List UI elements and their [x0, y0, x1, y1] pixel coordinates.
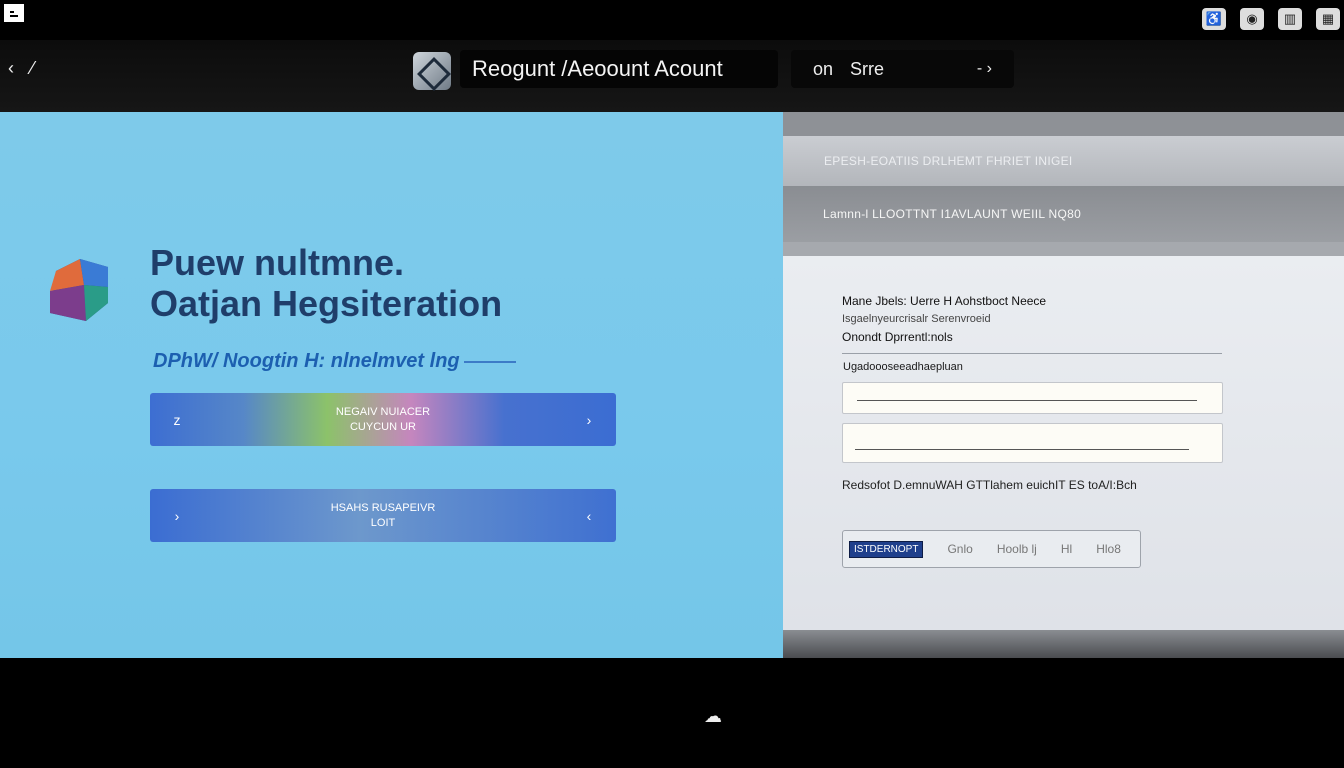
cloud-sync-icon[interactable]: ☁	[700, 706, 726, 726]
primary-action-label: NEGAIV NUIACER CUYCUN UR	[335, 405, 431, 433]
footer-bar: ☁	[0, 658, 1344, 768]
captcha-item-4: Hlo8	[1096, 542, 1121, 556]
hero-panel: Puew nultmne. Oatjan Hegsiteration DPhW/…	[0, 112, 783, 658]
hero-subhead-row: DPhW/ Noogtin H: nlnelmvet lng	[153, 350, 516, 373]
accessibility-icon[interactable]: ♿	[1202, 8, 1226, 30]
captcha-item-1: Gnlo	[947, 542, 973, 556]
field-label: Ugadoooseeadhaepluan	[843, 361, 963, 373]
help-text: Redsofot D.emnuWAH GTTlahem euichIT ES t…	[842, 478, 1137, 492]
z-icon: z	[173, 411, 181, 428]
panel-bottom-band	[783, 630, 1344, 658]
form-heading: Mane Jbels: Uerre H Aohstboct Neece Isga…	[842, 292, 1046, 346]
info-banner-1-text: EPESH-EOATIIS DRLHEMT FHRIET INIGEI	[824, 154, 1073, 168]
captcha-item-2: Hoolb lj	[996, 542, 1037, 556]
registration-form: Mane Jbels: Uerre H Aohstboct Neece Isga…	[783, 256, 1344, 630]
form-heading-line2: Isgaelnyeurcrisalr Serenvroeid	[842, 313, 991, 325]
captcha-badge: ISTDERNOPT	[849, 540, 924, 558]
hero-headline-line2: Oatjan Hegsiteration	[150, 283, 503, 324]
page-title-box: Reogunt /Aeoount Acount	[460, 50, 778, 88]
form-divider	[842, 353, 1222, 354]
hero-headline: Puew nultmne. Oatjan Hegsiteration	[150, 242, 710, 324]
cube-logo-icon	[50, 259, 108, 321]
page-title: Reogunt /Aeoount Acount	[472, 56, 723, 81]
secondary-action-button[interactable]: › HSAHS RUSAPEIVR LOIT ‹	[150, 489, 616, 542]
panel-top-band	[783, 112, 1344, 136]
captcha-box[interactable]: ISTDERNOPT Gnlo Hoolb lj Hl Hlo8	[842, 530, 1141, 568]
captcha-item-3: Hl	[1060, 542, 1073, 556]
hero-subhead: DPhW/ Noogtin H: nlnelmvet lng	[153, 350, 460, 372]
info-banner-1: EPESH-EOATIIS DRLHEMT FHRIET INIGEI	[783, 136, 1344, 186]
chevron-right-icon[interactable]: - ›	[977, 60, 992, 78]
form-heading-line3: Onondt Dprrentl:nols	[842, 330, 953, 344]
chevron-right-icon: ›	[586, 411, 592, 428]
info-banner-2: Lamnn-l LLOOTTNT I1AVLAUNT WEIIL NQ80	[783, 186, 1344, 242]
grid-icon[interactable]: ▦	[1316, 8, 1340, 30]
back-arrow-icon[interactable]: ‹ ⁄	[8, 58, 40, 79]
info-banner-2-text: Lamnn-l LLOOTTNT I1AVLAUNT WEIIL NQ80	[823, 207, 1082, 221]
registration-panel: EPESH-EOATIIS DRLHEMT FHRIET INIGEI Lamn…	[783, 112, 1344, 630]
chevron-left-icon: ‹	[586, 507, 592, 524]
navigation-bar: ‹ ⁄ Reogunt /Aeoount Acount on Srre - ›	[0, 40, 1344, 112]
primary-action-button[interactable]: z NEGAIV NUIACER CUYCUN UR ›	[150, 393, 616, 446]
hero-headline-line1: Puew nultmne.	[150, 242, 405, 283]
search-box[interactable]: on Srre - ›	[791, 50, 1014, 88]
text-input-1[interactable]	[842, 382, 1223, 414]
text-input-2[interactable]	[842, 423, 1223, 463]
form-heading-line1: Mane Jbels: Uerre H Aohstboct Neece	[842, 294, 1047, 308]
app-logo-icon	[413, 52, 451, 90]
menu-icon[interactable]	[4, 4, 24, 22]
panel-separator-band	[783, 242, 1344, 256]
chevron-right-icon: ›	[174, 507, 180, 524]
system-tray: ♿ ◉ ▥ ▦	[1202, 8, 1340, 30]
app-icon[interactable]: ◉	[1240, 8, 1264, 30]
secondary-action-label: HSAHS RUSAPEIVR LOIT	[330, 501, 436, 529]
building-icon[interactable]: ▥	[1278, 8, 1302, 30]
search-text[interactable]: on Srre	[813, 59, 977, 80]
subhead-rule	[463, 360, 516, 363]
